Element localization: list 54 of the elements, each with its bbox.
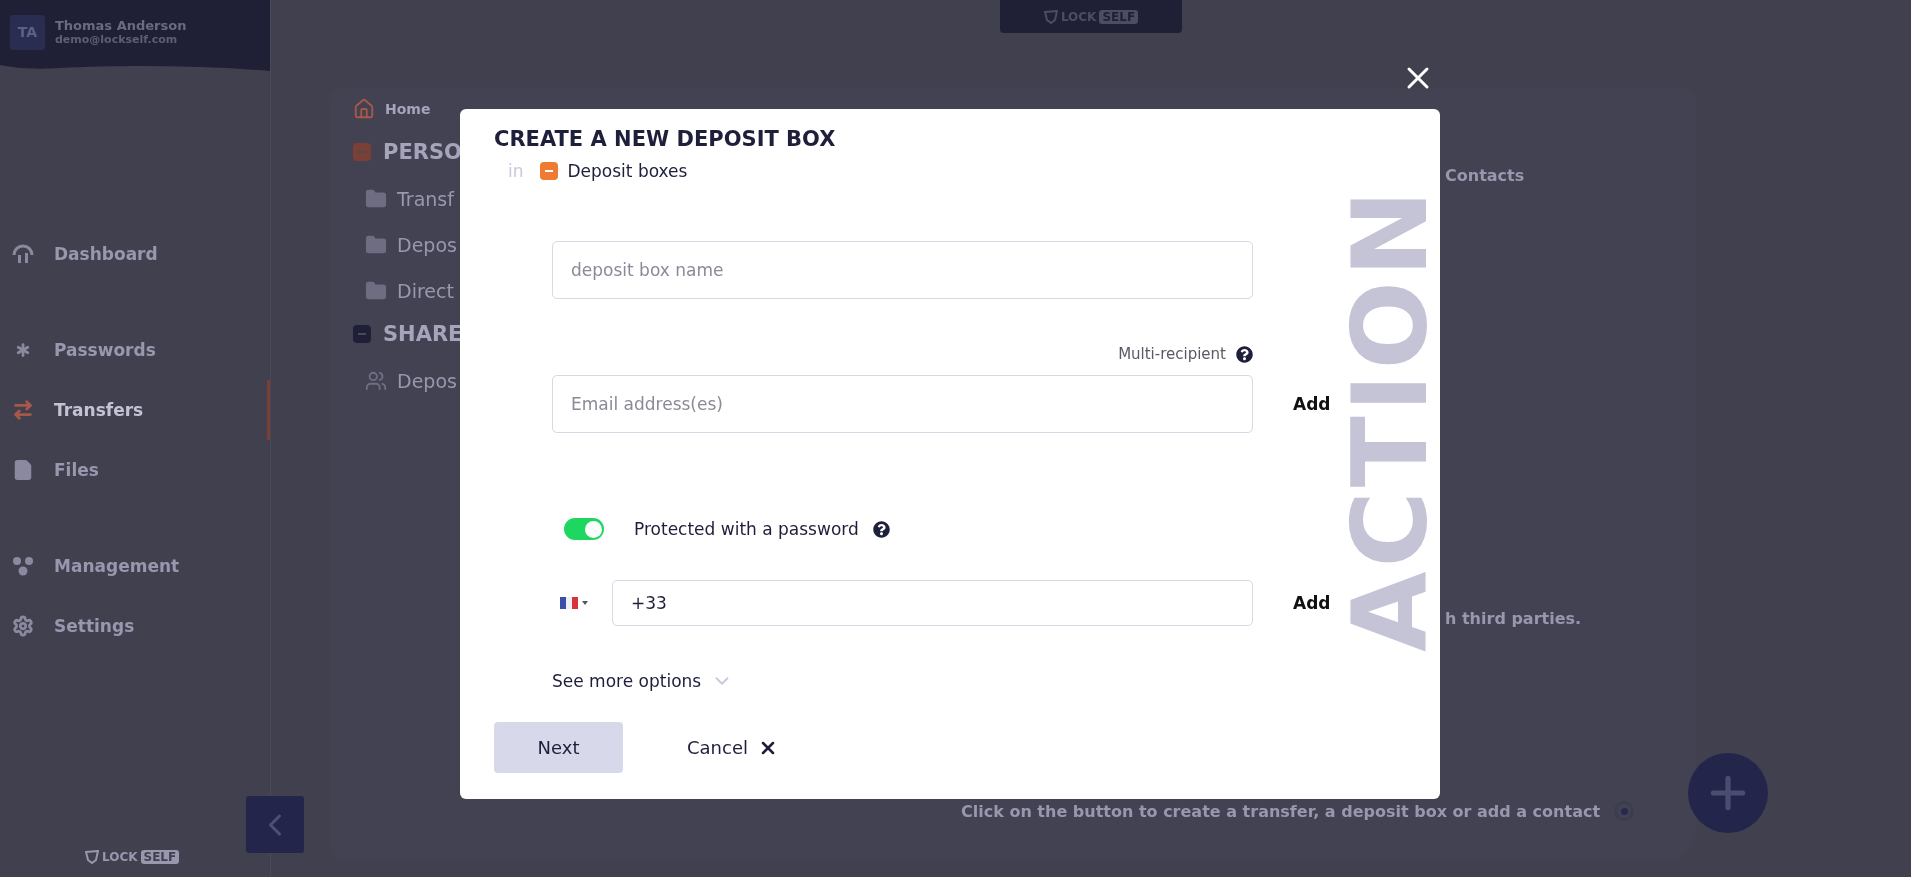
toggle-label: Protected with a password [634,519,859,539]
nav-item[interactable]: Transfers [0,380,270,440]
folder-icon [365,234,387,256]
add-phone-button[interactable]: Add [1289,589,1335,617]
arrows-icon [12,399,34,421]
user-name: Thomas Anderson [55,18,187,33]
home-icon [353,98,375,120]
shield-icon [85,850,99,864]
circles-icon [12,555,34,577]
shield-icon [1043,9,1058,24]
users-icon [365,370,387,392]
nav-item[interactable]: Dashboard [0,224,270,284]
nav-item[interactable]: Passwords [0,320,270,380]
tree-item[interactable]: Depos [397,234,457,256]
tree-section[interactable]: SHARE [383,322,463,346]
collapse-icon[interactable] [353,325,371,343]
location-name: Deposit boxes [567,161,688,181]
help-icon[interactable] [872,520,890,538]
logo-badge: SELF [140,850,180,864]
nav-item[interactable]: Settings [0,596,270,656]
description-text: h third parties. [1445,609,1582,628]
help-icon[interactable] [1236,345,1253,363]
file-icon [12,459,34,481]
gauge-icon [12,243,34,265]
folder-icon [365,188,387,210]
next-button[interactable]: Next [494,722,623,773]
more-options-toggle[interactable]: See more options [552,670,1392,692]
phone-field[interactable]: +33 [612,580,1253,626]
caret-icon [582,601,588,605]
tree-item[interactable]: Depos [397,370,457,392]
password-toggle[interactable] [564,518,604,540]
collapse-button[interactable] [246,796,304,853]
pulse-dot [1614,801,1635,821]
flag-icon [560,597,578,609]
email-field[interactable]: Email address(es) [552,375,1253,433]
folder-icon [365,280,387,302]
logo-text: LOCK [102,850,138,864]
nav-item[interactable]: Files [0,440,270,500]
add-email-button[interactable]: Add [1289,390,1335,418]
deposit-icon [539,162,558,180]
user-email: demo@lockself.com [55,33,179,46]
modal-title: CREATE A NEW DEPOSIT BOX [494,127,837,151]
hint-text: Click on the button to create a transfer, a deposit box or add a contact [961,801,1601,821]
nav-item[interactable]: Management [0,536,270,596]
multi-recipient-label: Multi-recipient [1118,345,1226,363]
breadcrumb-link[interactable]: Home [385,101,431,117]
collapse-icon[interactable] [353,143,371,161]
side-watermark-text: ACTION [1338,186,1440,652]
cancel-button[interactable]: Cancel [683,733,782,762]
tree-item[interactable]: Direct [397,280,454,302]
contacts-label: Contacts [1445,166,1525,185]
tree-item[interactable]: Transf [397,188,454,210]
gear-icon [12,615,34,637]
name-field[interactable]: deposit box name [552,241,1253,299]
